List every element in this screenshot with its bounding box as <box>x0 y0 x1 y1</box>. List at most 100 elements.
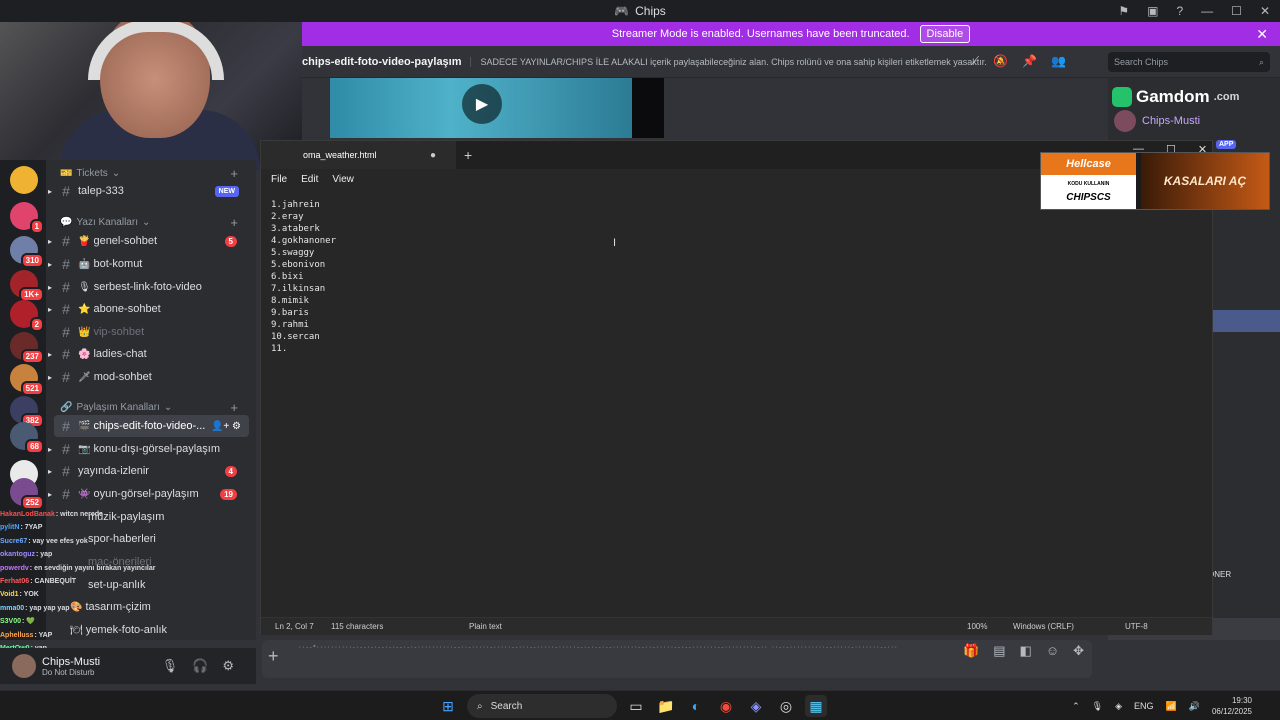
wifi-icon[interactable]: 📶 <box>1166 701 1177 712</box>
threads-icon[interactable]: ⟋ <box>971 54 979 69</box>
members-icon[interactable]: 👥 <box>1051 54 1066 69</box>
language-indicator[interactable]: ENG <box>1134 701 1154 711</box>
server-icon[interactable]: 237 <box>10 332 44 364</box>
member-item[interactable]: Chips-Musti <box>1114 110 1200 132</box>
char-count: 115 characters <box>331 622 384 631</box>
input-text: ··--*··········-·--·-·--·-·--·-·-·······… <box>298 644 898 651</box>
start-icon[interactable]: ⊞ <box>437 695 459 717</box>
text-line: 10.sercan <box>271 332 320 342</box>
menu-file[interactable]: File <box>271 174 287 185</box>
message-composer: + ··--*··········-·--·-·--·-·--·-·-·····… <box>262 640 1102 684</box>
chat-message: Aphelluss: YAP <box>0 631 53 639</box>
streamer-mode-banner: Streamer Mode is enabled. Usernames have… <box>302 22 1280 46</box>
minimize-button[interactable]: — <box>1201 4 1213 18</box>
text-line: 5.swaggy <box>271 248 315 258</box>
channel-header: chips-edit-foto-video-paylaşım SADECE YA… <box>302 46 1280 78</box>
server-icon[interactable]: 252 <box>10 478 44 510</box>
taskbar: ⊞ ⌕ Search ▭ 📁 ◐ ◉ ◈ ◎ ▦ ⌃ 🎙 ◈ ENG 📶 🔊 19… <box>0 690 1280 720</box>
zoom-level: 100% <box>967 622 988 631</box>
server-icon[interactable] <box>10 166 38 194</box>
channel-item-selected[interactable]: # 🎬 chips-edit-foto-video-... 👤+ ⚙ <box>54 415 249 437</box>
channel-item[interactable]: ▸ # 👾 oyun-görsel-paylaşım 19 <box>48 483 249 505</box>
gift-icon[interactable]: 🎁 <box>963 643 979 659</box>
chat-message: Sucre67: vay vee efes yok <box>0 537 88 545</box>
apps-icon[interactable]: ✥ <box>1073 643 1084 659</box>
close-icon[interactable]: ✕ <box>1256 26 1268 43</box>
file-explorer-icon[interactable]: 📁 <box>655 695 677 717</box>
channel-item[interactable]: ▸ # 🌸 ladies-chat <box>48 343 249 365</box>
server-icon[interactable]: 382 <box>10 396 44 428</box>
sticker-icon[interactable]: ◧ <box>1020 643 1032 659</box>
text-line: 6.bixi <box>271 272 304 282</box>
category-paylasim-kanallari[interactable]: 🔗 Paylaşım Kanalları ⌄ + <box>60 400 250 415</box>
chevron-up-icon[interactable]: ⌃ <box>1072 701 1080 712</box>
channel-item[interactable]: ▸ # yayında-izlenir 4 <box>48 460 249 482</box>
text-line: 1.jahrein <box>271 200 320 210</box>
add-attachment-icon[interactable]: + <box>268 646 279 667</box>
text-line: 3.ataberk <box>271 224 320 234</box>
inbox-icon[interactable]: ⚑ <box>1118 4 1129 18</box>
gif-icon[interactable]: ▤ <box>993 643 1005 659</box>
text-line: 11. <box>271 344 288 354</box>
maximize-button[interactable]: ☐ <box>1231 4 1242 18</box>
gear-icon[interactable]: ⚙ <box>222 658 234 674</box>
channel-item[interactable]: ▸ # 🤖 bot-komut <box>48 253 249 275</box>
line-ending: Windows (CRLF) <box>1013 622 1074 631</box>
avatar[interactable] <box>12 654 36 678</box>
search-icon: ⌕ <box>477 700 483 712</box>
microphone-icon[interactable]: 🎙 <box>162 658 179 674</box>
stream-chat-overlay: HakanLodBanak: witcn nerede pylitN: 7YAP… <box>0 508 200 653</box>
category-tickets[interactable]: 🎫 Tickets ⌄ + <box>60 166 250 181</box>
server-icon[interactable]: 1K+ <box>10 270 44 302</box>
server-icon[interactable]: 2 <box>10 300 44 332</box>
search-icon: ⌕ <box>1258 57 1264 67</box>
edge-icon[interactable]: ◐ <box>685 695 707 717</box>
file-format: Plain text <box>469 622 502 631</box>
obs-icon[interactable]: ◎ <box>775 695 797 717</box>
server-icon[interactable]: 310 <box>10 236 44 268</box>
volume-icon[interactable]: 🔊 <box>1189 701 1200 712</box>
search-input[interactable]: Search Chips ⌕ <box>1108 52 1270 72</box>
server-icon[interactable]: 68 <box>10 422 44 454</box>
screen-icon[interactable]: ▣ <box>1147 4 1158 18</box>
chat-message: okantoguz: yap <box>0 551 53 559</box>
new-tab-button[interactable]: + <box>464 147 472 163</box>
microphone-icon[interactable]: 🎙 <box>1092 701 1103 712</box>
channel-item[interactable]: # 👑 vip-sohbet <box>54 321 249 343</box>
play-icon[interactable]: ▶ <box>462 84 502 124</box>
emoji-icon[interactable]: ☺ <box>1046 643 1059 659</box>
text-line: 7.ilkinsan <box>271 284 326 294</box>
channel-item[interactable]: ▸ # ⭐ abone-sohbet <box>48 298 249 320</box>
taskbar-search[interactable]: ⌕ Search <box>467 694 617 718</box>
notepad-icon[interactable]: ▦ <box>805 695 827 717</box>
notepad-text-area[interactable]: 1.jahrein 2.eray 3.ataberk 4.gokhanoner … <box>271 199 336 355</box>
menu-edit[interactable]: Edit <box>301 174 318 185</box>
notepad-tab[interactable]: oma_weather.html ● <box>261 141 456 169</box>
channel-talep[interactable]: ▸ # talep-333 NEW <box>48 180 249 202</box>
discord-tray-icon[interactable]: ◈ <box>1115 701 1122 712</box>
disable-button[interactable]: Disable <box>919 25 971 43</box>
discord-icon[interactable]: ◈ <box>745 695 767 717</box>
chat-message: pylitN: 7YAP <box>0 524 43 532</box>
channel-item[interactable]: ▸ # 🎙 serbest-link-foto-video <box>48 276 249 298</box>
clock[interactable]: 19:30 06/12/2025 <box>1212 695 1252 717</box>
pin-icon[interactable]: 📌 <box>1022 54 1037 69</box>
video-embed[interactable]: ▶ <box>330 78 664 138</box>
chrome-icon[interactable]: ◉ <box>715 695 737 717</box>
headphones-icon[interactable]: 🎧 <box>192 658 208 674</box>
category-yazi-kanallari[interactable]: 💬 Yazı Kanalları ⌄ + <box>60 215 250 230</box>
channel-item[interactable]: ▸ # 📷 konu-dışı-görsel-paylaşım <box>48 438 249 460</box>
menu-view[interactable]: View <box>332 174 354 185</box>
username: Chips-Musti <box>42 655 101 668</box>
server-icon[interactable]: 1 <box>10 202 44 234</box>
close-button[interactable]: ✕ <box>1260 4 1270 18</box>
text-line: 4.gokhanoner <box>271 236 337 246</box>
notification-mute-icon[interactable]: 🔕 <box>993 54 1008 69</box>
gamdom-icon <box>1112 87 1132 107</box>
help-icon[interactable]: ? <box>1176 4 1183 18</box>
channel-item[interactable]: ▸ # 🗡 mod-sohbet <box>48 366 249 388</box>
server-icon[interactable]: 521 <box>10 364 44 396</box>
channel-item[interactable]: ▸ # 🍟 genel-sohbet 5 <box>48 230 249 252</box>
task-view-icon[interactable]: ▭ <box>625 695 647 717</box>
banner-message: Streamer Mode is enabled. Usernames have… <box>611 28 910 40</box>
